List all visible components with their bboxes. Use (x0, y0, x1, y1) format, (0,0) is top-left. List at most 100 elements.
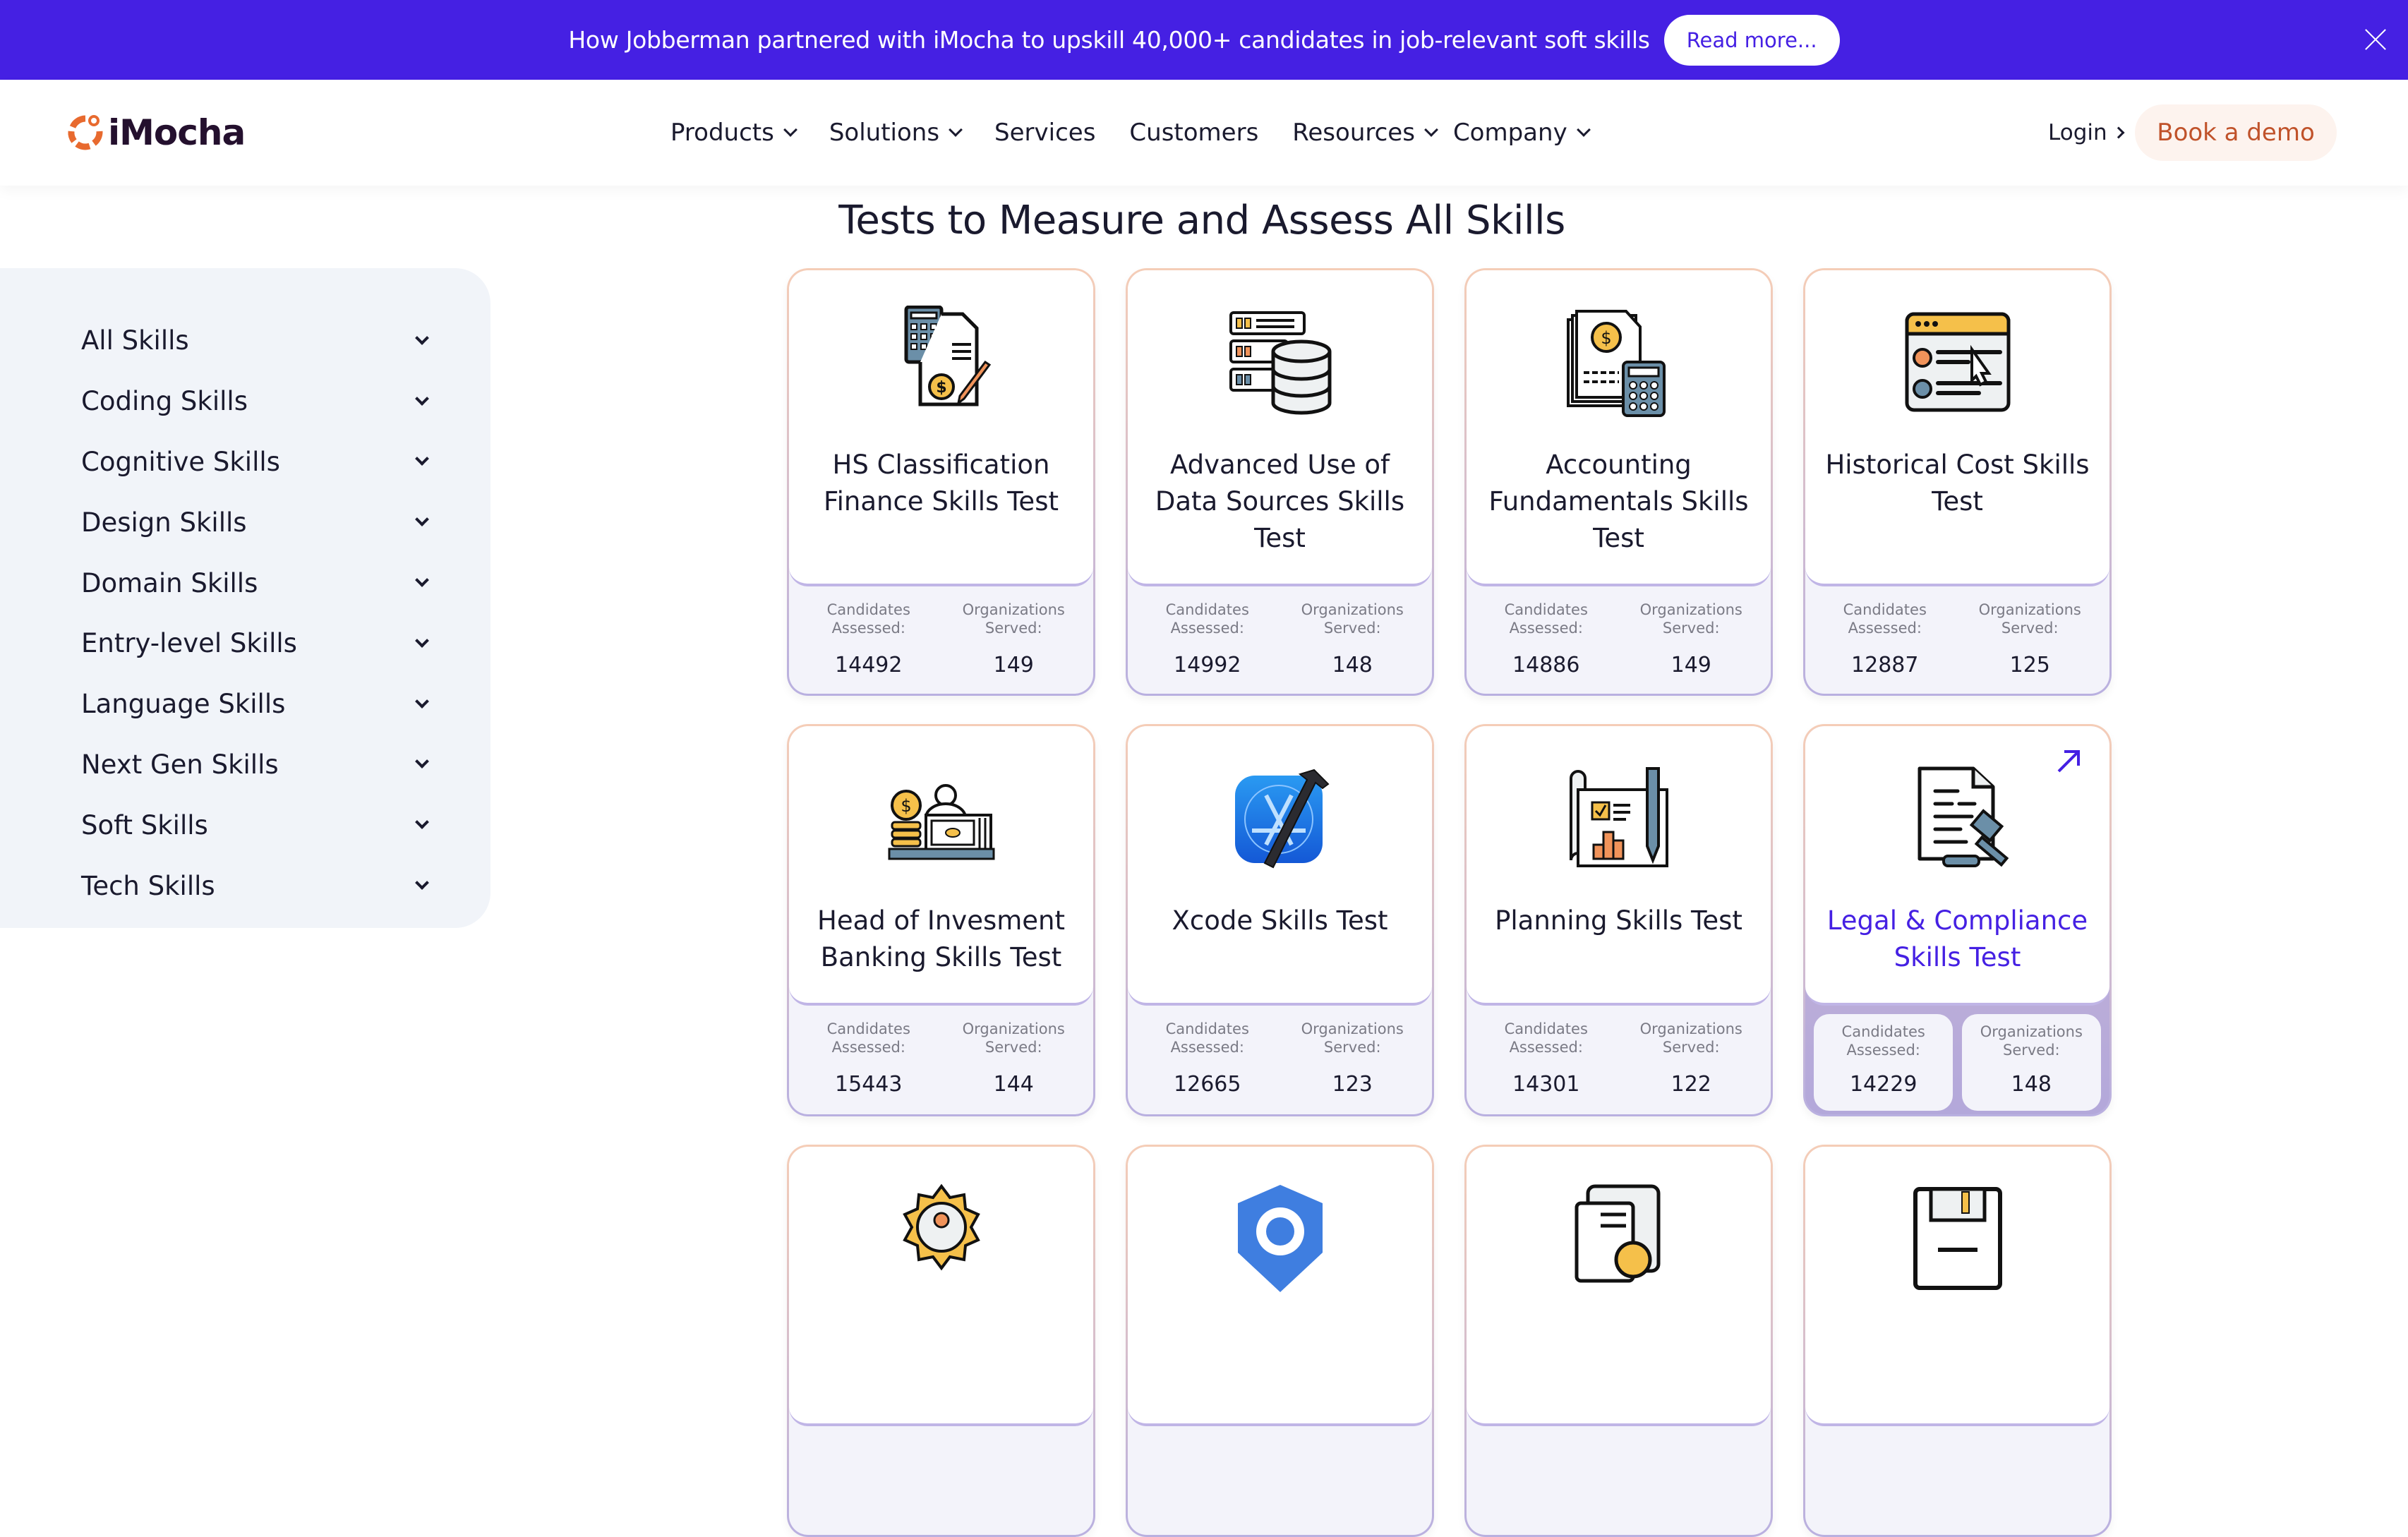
nav-item-solutions[interactable]: Solutions (829, 119, 963, 147)
stat-label-line: Served: (1323, 620, 1381, 637)
card-header: $ Accounting Fundamentals Skills Test (1467, 270, 1771, 586)
chevron-down-icon (415, 876, 429, 890)
stat-label: Candidates Assessed: (1843, 601, 1927, 637)
stat-value: 148 (2011, 1072, 2052, 1097)
nav-item-label: Resources (1292, 119, 1415, 147)
nav-item-resources[interactable]: Resources (1292, 119, 1438, 147)
sidebar-item-next-gen-skills[interactable]: Next Gen Skills (0, 735, 490, 795)
announcement-banner: How Jobberman partnered with iMocha to u… (0, 0, 2408, 80)
organizations-served-stat: Organizations Served: 149 (1619, 586, 1764, 677)
card-title[interactable]: Head of Invesment Banking Skills Test (789, 903, 1093, 976)
organizations-served-stat: Organizations Served: 144 (941, 1006, 1087, 1097)
stat-label-line: Candidates (1165, 601, 1249, 618)
test-card[interactable]: $ HS Classification Finance Skills Test C… (787, 268, 1095, 696)
stat-label-line: Candidates (826, 601, 910, 618)
card-stats: Candidates Assessed: 14229 Organizations Ser… (1805, 1006, 2109, 1114)
sidebar-item-domain-skills[interactable]: Domain Skills (0, 553, 490, 613)
stat-value: 15443 (835, 1072, 903, 1097)
stat-value: 14301 (1512, 1072, 1580, 1097)
stat-label-line: Candidates (1165, 1020, 1249, 1037)
nav-item-company[interactable]: Company (1453, 119, 1591, 147)
card-title[interactable]: Accounting Fundamentals Skills Test (1467, 447, 1771, 557)
test-card[interactable]: $ Head of Invesment Banking Skills Test C… (787, 724, 1095, 1116)
stat-label-line: Served: (1662, 1039, 1720, 1056)
stat-label-line: Served: (2002, 1042, 2060, 1059)
card-title[interactable]: Advanced Use of Data Sources Skills Test (1128, 447, 1432, 557)
card-title[interactable]: Planning Skills Test (1481, 903, 1757, 939)
svg-text:$: $ (901, 796, 911, 816)
stat-value: 14492 (835, 653, 903, 677)
chevron-down-icon (415, 815, 429, 830)
sidebar-item-coding-skills[interactable]: Coding Skills (0, 371, 490, 432)
nav-item-products[interactable]: Products (670, 119, 797, 147)
chevron-down-icon (415, 754, 429, 769)
close-icon[interactable] (2361, 25, 2390, 54)
sidebar-item-language-skills[interactable]: Language Skills (0, 674, 490, 735)
stat-label-line: Candidates (1504, 1020, 1588, 1037)
badge-person-icon (885, 1182, 998, 1295)
test-card[interactable] (1464, 1145, 1773, 1537)
stat-label: Organizations Served: (963, 601, 1065, 637)
candidates-assessed-stat: Candidates Assessed: 12887 (1812, 586, 1958, 677)
stat-label-line: Organizations (1301, 601, 1404, 618)
card-body: Advanced Use of Data Sources Skills Test… (1128, 270, 1432, 694)
stat-label-line: Assessed: (831, 1039, 905, 1056)
test-card[interactable]: $ Accounting Fundamentals Skills Test Can… (1464, 268, 1773, 696)
sidebar-item-all-skills[interactable]: All Skills (0, 311, 490, 371)
test-card[interactable]: Xcode Skills Test Candidates Assessed: 1266… (1126, 724, 1434, 1116)
card-stats: Candidates Assessed: 14301 Organizations Ser… (1467, 1006, 1771, 1097)
sidebar-item-label: Language Skills (81, 689, 286, 720)
sidebar-item-tech-skills[interactable]: Tech Skills (0, 855, 490, 916)
card-header: $ HS Classification Finance Skills Test (789, 270, 1093, 586)
card-body (789, 1147, 1093, 1535)
nav-item-label: Solutions (829, 119, 940, 147)
card-title[interactable]: HS Classification Finance Skills Test (789, 447, 1093, 520)
test-card[interactable] (787, 1145, 1095, 1537)
organizations-served-stat: Organizations Served: 148 (1280, 586, 1426, 677)
browser-form-icon (1901, 306, 2014, 418)
external-arrow-icon[interactable] (2054, 747, 2083, 776)
test-card[interactable]: Legal & Compliance Skills Test Candidates… (1803, 724, 2112, 1116)
card-stats: Candidates Assessed: 12665 Organizations Ser… (1128, 1006, 1432, 1097)
book-demo-button[interactable]: Book a demo (2135, 104, 2337, 161)
card-body: $ Head of Invesment Banking Skills Test C… (789, 726, 1093, 1114)
sidebar-item-soft-skills[interactable]: Soft Skills (0, 795, 490, 855)
stat-label-line: Organizations (1978, 601, 2081, 618)
sidebar-item-cognitive-skills[interactable]: Cognitive Skills (0, 432, 490, 493)
stat-label-line: Assessed: (1170, 620, 1244, 637)
card-title[interactable]: Legal & Compliance Skills Test (1805, 903, 2109, 976)
chevron-down-icon (415, 633, 429, 648)
floppy-disk-icon (1901, 1182, 2014, 1295)
chevron-down-icon (783, 123, 797, 137)
stat-label-line: Served: (2001, 620, 2059, 637)
stat-value: 149 (1670, 653, 1711, 677)
stat-value: 14992 (1174, 653, 1241, 677)
nav-item-services[interactable]: Services (994, 119, 1095, 147)
stat-label-line: Candidates (1841, 1023, 1925, 1040)
test-card[interactable]: Planning Skills Test Candidates Assessed: 1… (1464, 724, 1773, 1116)
test-card[interactable]: Historical Cost Skills Test Candidates Ass… (1803, 268, 2112, 696)
test-card[interactable] (1126, 1145, 1434, 1537)
card-body: Planning Skills Test Candidates Assessed: 1… (1467, 726, 1771, 1114)
sidebar-item-label: Tech Skills (81, 870, 215, 901)
login-label: Login (2048, 120, 2107, 145)
sidebar-item-design-skills[interactable]: Design Skills (0, 492, 490, 553)
svg-text:$: $ (1601, 328, 1611, 348)
nav-item-label: Products (670, 119, 774, 147)
nav-item-customers[interactable]: Customers (1129, 119, 1258, 147)
card-stats: Candidates Assessed: 15443 Organizations Ser… (789, 1006, 1093, 1097)
stat-label: Candidates Assessed: (1505, 1020, 1588, 1056)
sidebar-item-label: Domain Skills (81, 567, 258, 598)
chevron-down-icon (415, 512, 429, 527)
imocha-logo[interactable]: iMocha (67, 111, 246, 154)
test-card[interactable] (1803, 1145, 2112, 1537)
sidebar-item-entry-level-skills[interactable]: Entry-level Skills (0, 613, 490, 674)
organizations-served-stat: Organizations Served: 125 (1958, 586, 2103, 677)
card-header: Planning Skills Test (1467, 726, 1771, 1006)
test-card[interactable]: Advanced Use of Data Sources Skills Test… (1126, 268, 1434, 696)
card-title[interactable]: Historical Cost Skills Test (1805, 447, 2109, 520)
read-more-button[interactable]: Read more... (1663, 14, 1840, 66)
card-title[interactable]: Xcode Skills Test (1158, 903, 1402, 939)
chevron-down-icon (415, 452, 429, 466)
login-link[interactable]: Login (2048, 115, 2125, 150)
